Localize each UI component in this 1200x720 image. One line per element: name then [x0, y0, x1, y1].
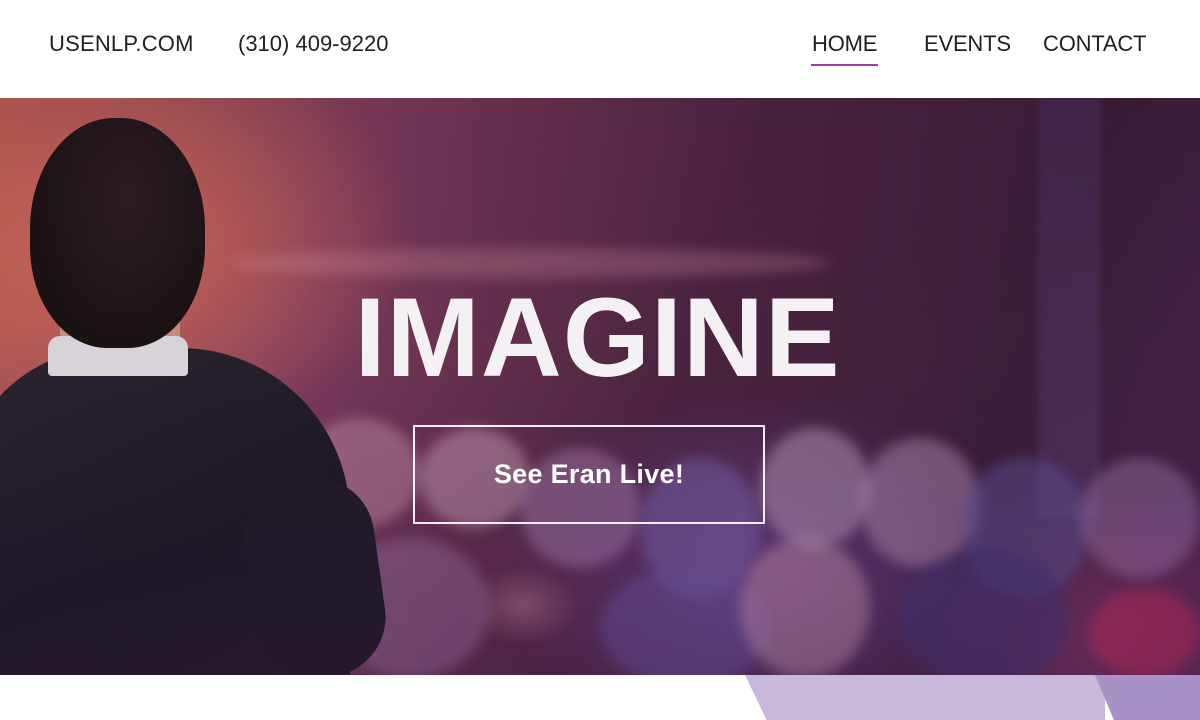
- hero-title: IMAGINE: [354, 275, 841, 400]
- site-logo-link[interactable]: USENLP.COM: [49, 31, 194, 57]
- active-nav-indicator: [811, 64, 878, 66]
- nav-events[interactable]: EVENTS: [924, 31, 1011, 57]
- bottom-decorative-strip: [0, 675, 1200, 720]
- site-header: USENLP.COM (310) 409-9220 HOME EVENTS CO…: [0, 0, 1200, 98]
- bottom-accent-shape-dark: [1095, 675, 1200, 720]
- hero-banner: IMAGINE See Eran Live!: [0, 98, 1200, 675]
- nav-home[interactable]: HOME: [812, 31, 877, 57]
- phone-number-link[interactable]: (310) 409-9220: [238, 31, 388, 57]
- bottom-accent-shape-light: [745, 675, 1105, 720]
- see-eran-live-button[interactable]: See Eran Live!: [413, 425, 765, 524]
- nav-contact[interactable]: CONTACT: [1043, 31, 1146, 57]
